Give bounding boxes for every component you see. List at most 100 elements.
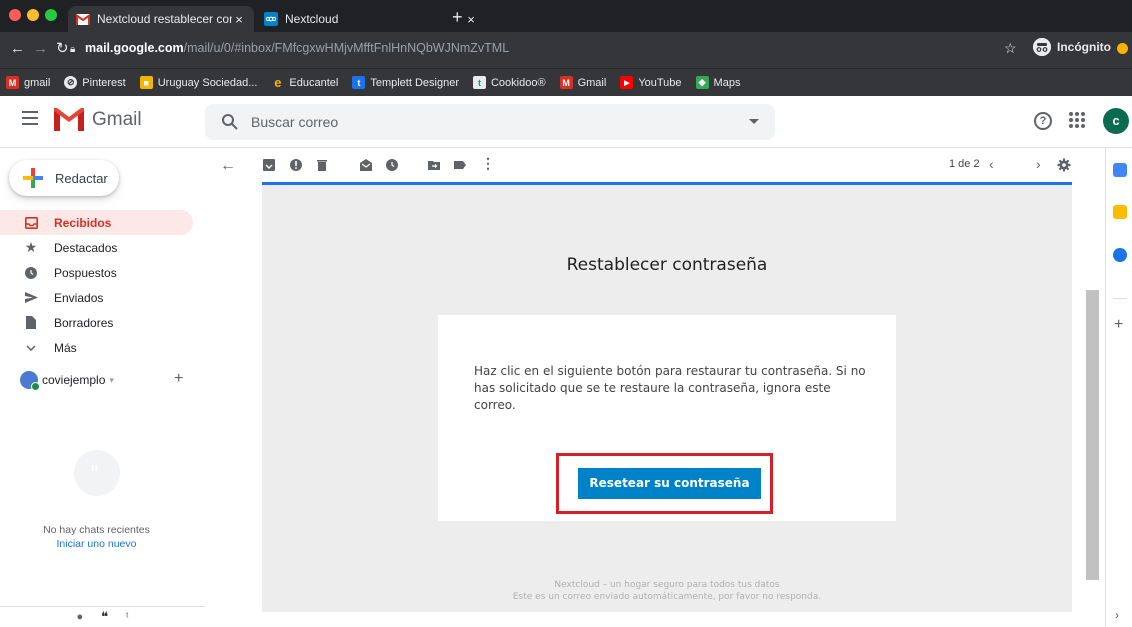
gmail-wordmark: Gmail bbox=[92, 108, 142, 130]
youtube-icon: ▶ bbox=[620, 76, 634, 89]
move-to-icon[interactable] bbox=[427, 158, 441, 172]
search-bar[interactable]: Buscar correo bbox=[205, 104, 775, 140]
email-title: Restablecer contraseña bbox=[566, 255, 768, 275]
delete-icon[interactable] bbox=[315, 158, 329, 172]
apps-grid-icon[interactable] bbox=[1069, 112, 1085, 128]
account-dropdown-icon[interactable]: ▾ bbox=[109, 375, 114, 386]
maps-icon: ◆ bbox=[695, 76, 709, 89]
account-avatar[interactable]: c bbox=[1103, 108, 1129, 134]
chevron-down-icon bbox=[24, 341, 38, 355]
newer-icon[interactable]: ‹ bbox=[989, 156, 994, 172]
incognito-indicator[interactable]: Incógnito bbox=[1033, 38, 1111, 56]
nav-item-starred[interactable]: ★ Destacados bbox=[0, 235, 193, 260]
hangouts-icon[interactable]: ❝ bbox=[101, 609, 108, 625]
browser-tab-gmail[interactable]: Nextcloud restablecer contrase × bbox=[68, 6, 254, 32]
minimize-window-button[interactable] bbox=[27, 9, 39, 21]
bookmark-pinterest[interactable]: ⊘ Pinterest bbox=[64, 76, 126, 89]
bookmark-templett[interactable]: t Templett Designer bbox=[352, 76, 459, 89]
cookidoo-icon: t bbox=[472, 76, 486, 89]
forward-icon[interactable]: → bbox=[33, 41, 48, 56]
address-bar[interactable]: mail.google.com/mail/u/0/#inbox/FMfcgxwH… bbox=[85, 41, 509, 55]
search-input[interactable]: Buscar correo bbox=[251, 114, 338, 130]
scrollbar-thumb[interactable] bbox=[1086, 290, 1099, 580]
add-on-plus-icon[interactable]: + bbox=[1114, 316, 1123, 334]
account-name: coviejemplo bbox=[42, 373, 106, 387]
bookmark-uruguay[interactable]: ■ Uruguay Sociedad... bbox=[139, 76, 257, 89]
bookmark-label: YouTube bbox=[638, 76, 682, 89]
reset-password-button[interactable]: Resetear su contraseña bbox=[578, 468, 761, 499]
report-spam-icon[interactable] bbox=[289, 158, 303, 172]
bookmark-star-icon[interactable]: ☆ bbox=[1004, 40, 1017, 57]
search-options-icon[interactable] bbox=[749, 119, 759, 124]
more-options-icon[interactable]: ⋮ bbox=[481, 155, 495, 171]
draft-icon bbox=[24, 316, 38, 330]
bookmark-label: gmail bbox=[24, 76, 51, 89]
bookmark-label: Pinterest bbox=[82, 76, 126, 89]
chats-empty-state: " No hay chats recientes Iniciar uno nue… bbox=[0, 450, 193, 550]
highlight-box: Resetear su contraseña bbox=[556, 453, 773, 514]
inbox-icon bbox=[24, 216, 38, 230]
nav-item-inbox[interactable]: Recibidos bbox=[0, 210, 193, 235]
label-icon[interactable] bbox=[453, 158, 467, 172]
clock-icon bbox=[24, 266, 38, 280]
nav-label: Borradores bbox=[54, 315, 114, 330]
close-tab-icon[interactable]: × bbox=[232, 12, 246, 27]
educantel-icon: e bbox=[274, 75, 282, 90]
bookmark-gmail[interactable]: Mgmail bbox=[6, 76, 50, 89]
expand-panel-icon[interactable]: › bbox=[1115, 608, 1119, 622]
bookmarks-bar: Mgmail ⊘ Pinterest ■ Uruguay Sociedad... e… bbox=[0, 68, 1132, 96]
nav-item-sent[interactable]: Enviados bbox=[0, 285, 193, 310]
bookmark-youtube[interactable]: ▶ YouTube bbox=[620, 76, 682, 89]
nextcloud-icon bbox=[264, 12, 278, 26]
extension-icon[interactable] bbox=[1117, 43, 1128, 54]
bookmark-educantel[interactable]: e Educantel bbox=[271, 75, 339, 90]
contacts-icon[interactable]: ● bbox=[76, 611, 83, 623]
close-window-button[interactable] bbox=[9, 9, 21, 21]
nav-item-more[interactable]: Más bbox=[0, 335, 193, 360]
compose-plus-icon bbox=[21, 166, 45, 190]
nav-label: Pospuestos bbox=[54, 265, 117, 280]
phone-icon[interactable]: ᵗ bbox=[126, 611, 128, 623]
mailbox-nav: Recibidos ★ Destacados Pospuestos Enviad… bbox=[0, 210, 193, 360]
tasks-icon[interactable] bbox=[1113, 248, 1127, 262]
keep-icon[interactable] bbox=[1113, 205, 1127, 219]
maximize-window-button[interactable] bbox=[45, 9, 57, 21]
incognito-label: Incógnito bbox=[1057, 40, 1111, 54]
search-icon bbox=[222, 114, 238, 130]
email-card: Haz clic en el siguiente botón para rest… bbox=[438, 315, 896, 521]
snooze-icon[interactable] bbox=[385, 158, 399, 172]
reload-icon[interactable]: ↻ bbox=[56, 41, 69, 56]
start-chat-link[interactable]: Iniciar uno nuevo bbox=[0, 538, 193, 550]
compose-button[interactable]: Redactar bbox=[9, 160, 119, 196]
back-icon[interactable]: ← bbox=[10, 41, 25, 56]
nav-item-snoozed[interactable]: Pospuestos bbox=[0, 260, 193, 285]
bookmark-gmail-2[interactable]: M Gmail bbox=[559, 76, 606, 89]
mark-unread-icon[interactable] bbox=[359, 158, 373, 172]
close-tab-icon[interactable]: × bbox=[464, 12, 478, 27]
folder-icon: ■ bbox=[139, 76, 153, 89]
settings-gear-icon[interactable] bbox=[1057, 158, 1071, 172]
gmail-icon: M bbox=[559, 76, 573, 89]
nav-item-drafts[interactable]: Borradores bbox=[0, 310, 193, 335]
url-host: mail.google.com bbox=[85, 41, 184, 55]
nav-label: Más bbox=[54, 340, 77, 355]
archive-icon[interactable] bbox=[262, 158, 276, 172]
back-to-inbox-icon[interactable]: ← bbox=[220, 157, 236, 174]
gmail-logo[interactable]: Gmail bbox=[54, 108, 142, 131]
help-icon[interactable]: ? bbox=[1034, 112, 1052, 130]
older-icon[interactable]: › bbox=[1036, 156, 1041, 172]
new-chat-plus-icon[interactable]: + bbox=[174, 370, 183, 388]
calendar-icon[interactable] bbox=[1113, 163, 1127, 177]
new-tab-button[interactable]: + bbox=[452, 8, 463, 26]
hangouts-account[interactable]: coviejemplo ▾ + bbox=[20, 370, 190, 391]
bookmark-cookidoo[interactable]: t Cookidoo® bbox=[472, 76, 546, 89]
gmail-icon bbox=[76, 12, 90, 26]
bookmark-label: Educantel bbox=[289, 76, 339, 89]
gmail-logo-icon bbox=[54, 108, 84, 131]
gmail-header: Gmail Buscar correo ? c bbox=[0, 96, 1132, 148]
no-chats-text: No hay chats recientes bbox=[43, 524, 150, 536]
user-avatar bbox=[20, 371, 40, 391]
gmail-icon: M bbox=[6, 76, 19, 89]
main-menu-icon[interactable] bbox=[22, 111, 38, 125]
bookmark-maps[interactable]: ◆ Maps bbox=[695, 76, 740, 89]
